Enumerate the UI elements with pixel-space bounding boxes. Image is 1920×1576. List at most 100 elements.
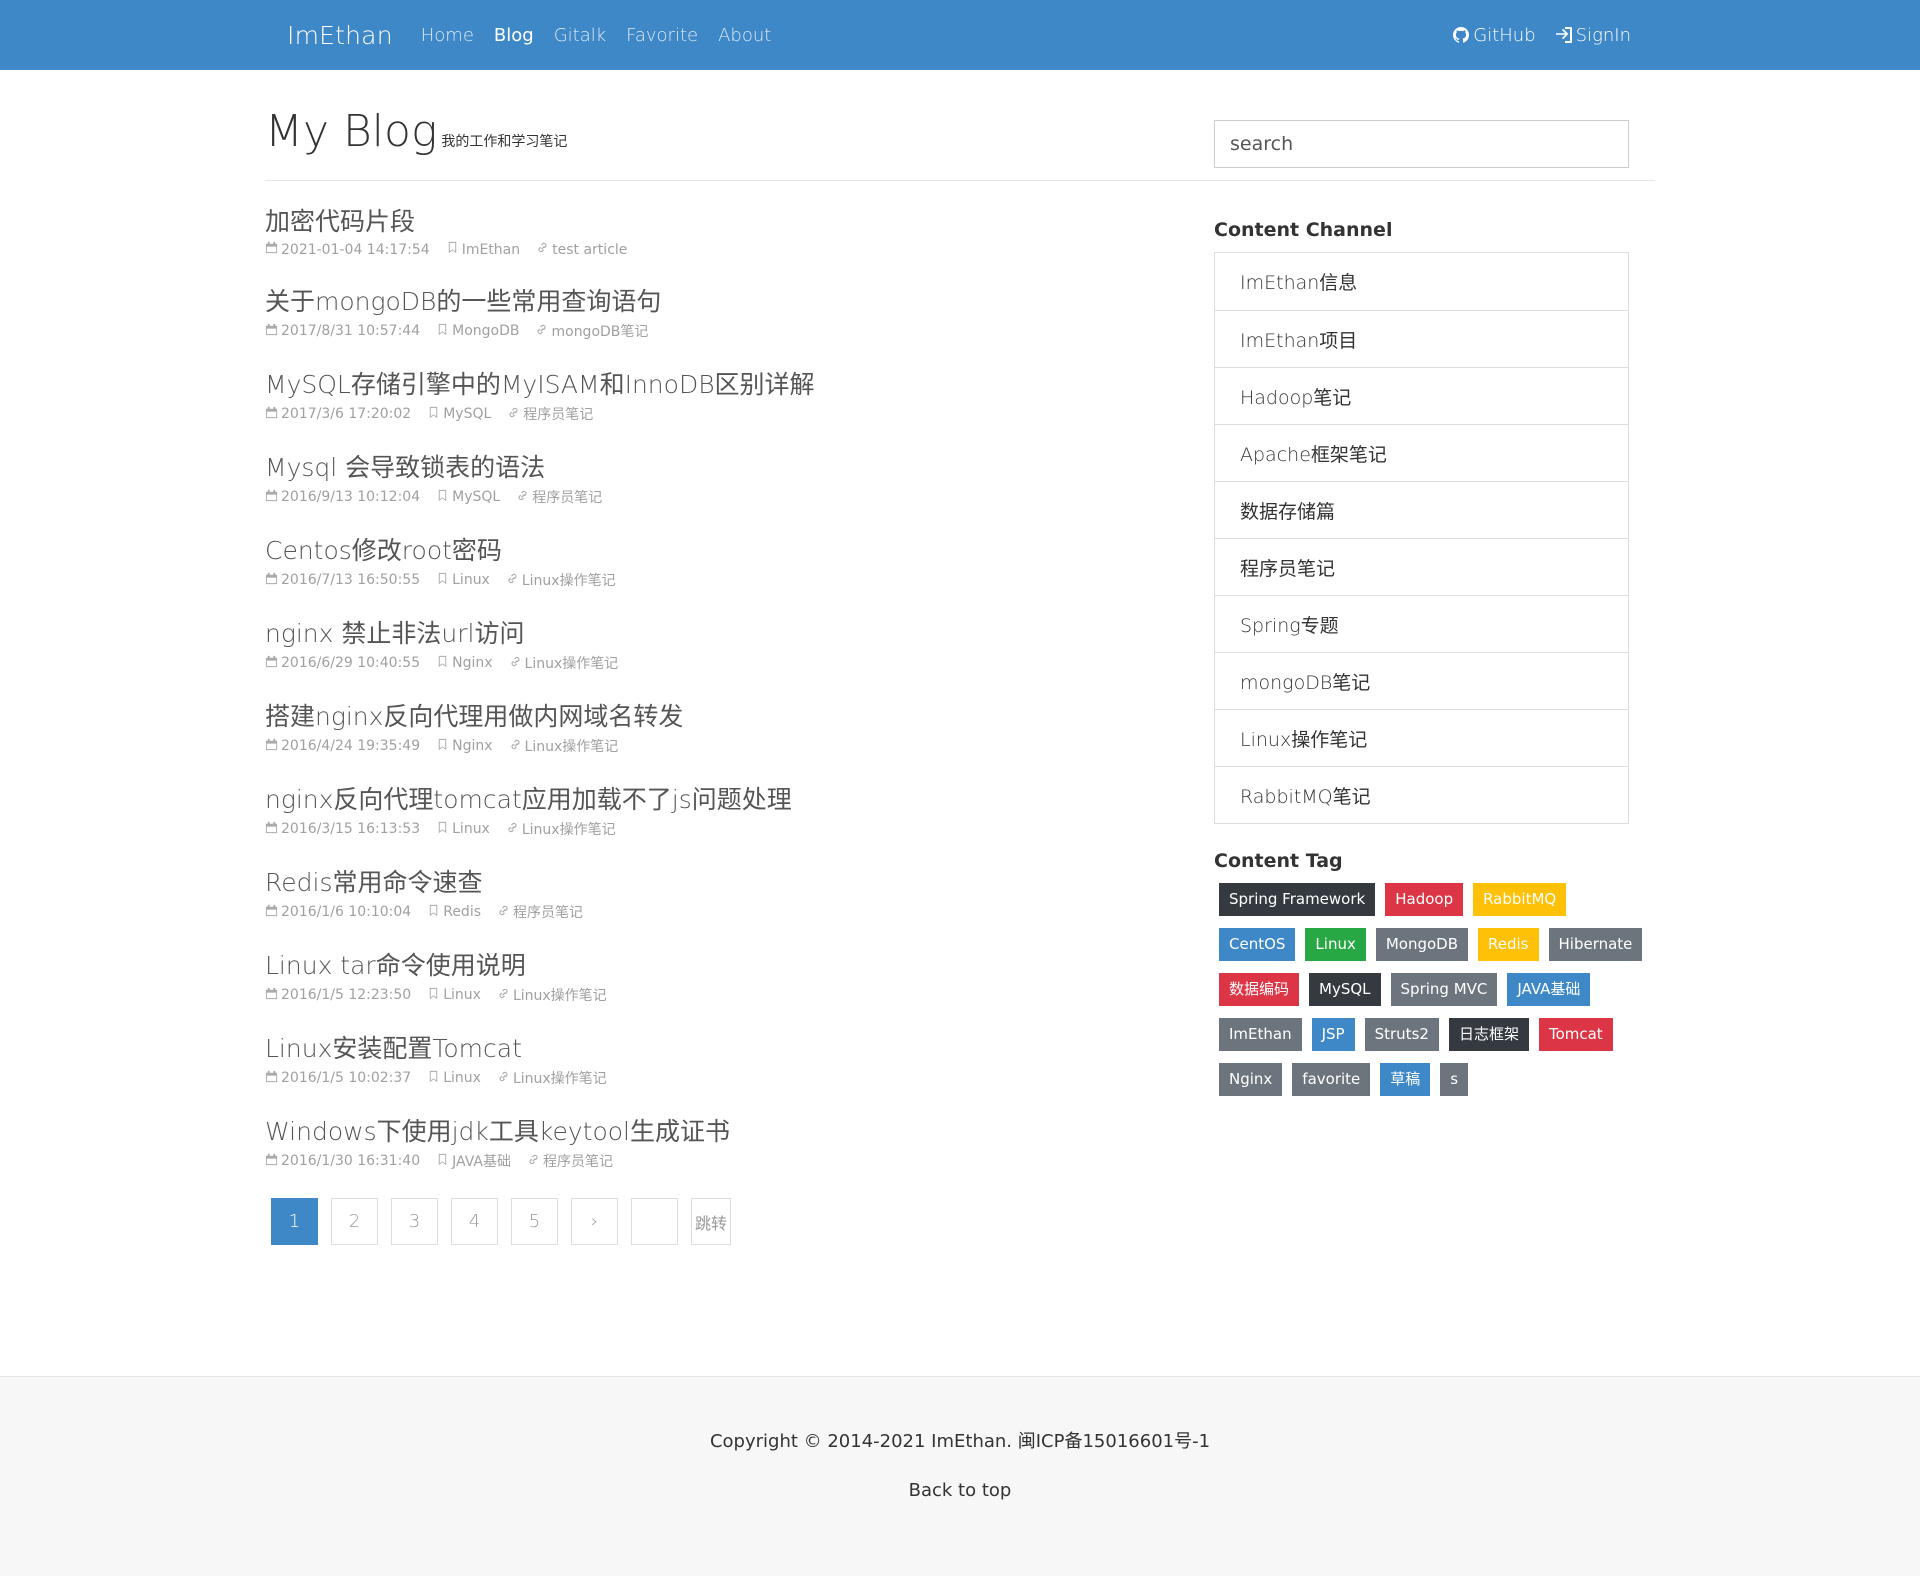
tag-badge[interactable]: CentOS xyxy=(1219,928,1296,961)
post-category[interactable]: 程序员笔记 xyxy=(516,487,602,507)
nav-about-link[interactable]: About xyxy=(718,25,771,46)
tag-badge[interactable]: Nginx xyxy=(1219,1063,1283,1096)
nav-gitalk-link[interactable]: Gitalk xyxy=(554,25,606,46)
tag-badge[interactable]: Redis xyxy=(1478,928,1539,961)
post-tag-text: Nginx xyxy=(452,738,493,754)
post-category[interactable]: Linux操作笔记 xyxy=(509,653,618,673)
post-tag[interactable]: Linux xyxy=(436,821,490,838)
calendar-icon xyxy=(265,987,278,1004)
post-title-link[interactable]: Linux安装配置Tomcat xyxy=(265,1032,1165,1066)
nav-blog-link[interactable]: Blog xyxy=(494,25,534,46)
channel-item[interactable]: mongoDB笔记 xyxy=(1215,652,1628,709)
post-category[interactable]: 程序员笔记 xyxy=(507,404,593,424)
post-date: 2016/3/15 16:13:53 xyxy=(265,821,420,838)
tag-badge[interactable]: Struts2 xyxy=(1364,1018,1439,1051)
page-button[interactable]: 2 xyxy=(331,1198,378,1245)
post-tag[interactable]: JAVA基础 xyxy=(436,1151,511,1171)
post-tag[interactable]: Linux xyxy=(427,1070,481,1087)
github-icon xyxy=(1453,27,1470,43)
tag-badge[interactable]: MongoDB xyxy=(1375,928,1469,961)
tag-badge[interactable]: MySQL xyxy=(1309,973,1381,1006)
post-category[interactable]: mongoDB笔记 xyxy=(535,321,648,341)
tag-badge[interactable]: s xyxy=(1440,1063,1469,1096)
channel-item[interactable]: Apache框架笔记 xyxy=(1215,424,1628,481)
tag-badge[interactable]: JAVA基础 xyxy=(1507,973,1591,1006)
channel-item[interactable]: ImEthan信息 xyxy=(1215,253,1628,310)
post-title-link[interactable]: nginx反向代理tomcat应用加载不了js问题处理 xyxy=(265,783,1165,817)
post-date: 2016/9/13 10:12:04 xyxy=(265,489,420,506)
tag-badge[interactable]: 日志框架 xyxy=(1448,1018,1529,1051)
post-title-link[interactable]: 搭建nginx反向代理用做内网域名转发 xyxy=(265,700,1165,734)
post-title-link[interactable]: nginx 禁止非法url访问 xyxy=(265,617,1165,651)
post-title-link[interactable]: MySQL存储引擎中的MyISAM和InnoDB区别详解 xyxy=(265,368,1165,402)
tag-badge[interactable]: RabbitMQ xyxy=(1473,883,1567,916)
channel-item[interactable]: Linux操作笔记 xyxy=(1215,709,1628,766)
post-tag[interactable]: Nginx xyxy=(436,655,493,672)
post-category[interactable]: Linux操作笔记 xyxy=(497,1068,607,1088)
post-meta: 2016/6/29 10:40:55 Nginx Linux操作笔记 xyxy=(265,653,1165,673)
tag-badge[interactable]: Tomcat xyxy=(1538,1018,1613,1051)
github-link[interactable]: GitHub xyxy=(1453,25,1536,46)
tag-badge[interactable]: 草稿 xyxy=(1380,1063,1431,1096)
channel-item[interactable]: 程序员笔记 xyxy=(1215,538,1628,595)
nav-home-link[interactable]: Home xyxy=(421,25,474,46)
post-tag[interactable]: Nginx xyxy=(436,738,493,755)
page-button[interactable]: 5 xyxy=(511,1198,558,1245)
post-tag[interactable]: MySQL xyxy=(436,489,500,506)
post-title-link[interactable]: Linux tar命令使用说明 xyxy=(265,949,1165,983)
next-page-button[interactable]: › xyxy=(571,1198,618,1245)
tag-badge[interactable]: 数据编码 xyxy=(1219,973,1300,1006)
main-container: My Blog我的工作和学习笔记 加密代码片段 2021-01-04 14:17:… xyxy=(265,70,1655,1245)
post-title-link[interactable]: Mysql 会导致锁表的语法 xyxy=(265,451,1165,485)
page-button[interactable]: 1 xyxy=(271,1198,318,1245)
post-tag[interactable]: Linux xyxy=(436,572,490,589)
post-title-link[interactable]: Centos修改root密码 xyxy=(265,534,1165,568)
channel-item[interactable]: Hadoop笔记 xyxy=(1215,367,1628,424)
post-title-link[interactable]: Windows下使用jdk工具keytool生成证书 xyxy=(265,1115,1165,1149)
post-category[interactable]: 程序员笔记 xyxy=(527,1151,613,1171)
post-category[interactable]: test article xyxy=(536,241,627,258)
channel-item[interactable]: RabbitMQ笔记 xyxy=(1215,766,1628,823)
post-category[interactable]: Linux操作笔记 xyxy=(506,570,616,590)
footer: Copyright © 2014-2021 ImEthan. 闽ICP备1501… xyxy=(0,1376,1920,1576)
channel-item[interactable]: Spring专题 xyxy=(1215,595,1628,652)
post-title-link[interactable]: 加密代码片段 xyxy=(265,205,1165,239)
tag-badge[interactable]: Hadoop xyxy=(1385,883,1464,916)
signin-link[interactable]: SignIn xyxy=(1555,25,1631,46)
post-tag-text: Nginx xyxy=(452,655,493,671)
post-date-text: 2016/1/5 12:23:50 xyxy=(281,987,412,1003)
page-jump-button[interactable]: 跳转 xyxy=(691,1198,731,1245)
page-button[interactable]: 4 xyxy=(451,1198,498,1245)
channel-item[interactable]: ImEthan项目 xyxy=(1215,310,1628,367)
tag-badge[interactable]: Hibernate xyxy=(1548,928,1643,961)
post-category-text: 程序员笔记 xyxy=(532,490,603,506)
calendar-icon xyxy=(265,406,278,423)
tag-badge[interactable]: favorite xyxy=(1292,1063,1371,1096)
post-category[interactable]: Linux操作笔记 xyxy=(509,736,618,756)
post-tag[interactable]: MySQL xyxy=(427,406,491,423)
brand-link[interactable]: ImEthan xyxy=(287,21,393,50)
calendar-icon xyxy=(265,655,278,672)
post-tag[interactable]: MongoDB xyxy=(436,323,519,340)
tag-badge[interactable]: Spring MVC xyxy=(1390,973,1498,1006)
nav-favorite-link[interactable]: Favorite xyxy=(626,25,698,46)
bookmark-icon xyxy=(436,655,449,672)
post-category[interactable]: 程序员笔记 xyxy=(497,902,583,922)
page-jump-input[interactable] xyxy=(631,1198,678,1245)
post-category[interactable]: Linux操作笔记 xyxy=(497,985,607,1005)
page-button[interactable]: 3 xyxy=(391,1198,438,1245)
post-tag[interactable]: ImEthan xyxy=(446,241,520,258)
channel-item[interactable]: 数据存储篇 xyxy=(1215,481,1628,538)
post-category[interactable]: Linux操作笔记 xyxy=(506,819,616,839)
post-tag[interactable]: Redis xyxy=(427,904,481,921)
tag-badge[interactable]: Spring Framework xyxy=(1219,883,1376,916)
post-title-link[interactable]: Redis常用命令速查 xyxy=(265,866,1165,900)
search-input[interactable] xyxy=(1214,120,1629,168)
post-tag[interactable]: Linux xyxy=(427,987,481,1004)
post-title-link[interactable]: 关于mongoDB的一些常用查询语句 xyxy=(265,285,1165,319)
tag-badge[interactable]: ImEthan xyxy=(1219,1018,1302,1051)
back-to-top-link[interactable]: Back to top xyxy=(909,1480,1012,1501)
tag-badge[interactable]: Linux xyxy=(1305,928,1366,961)
post-tag-text: JAVA基础 xyxy=(452,1154,511,1170)
tag-badge[interactable]: JSP xyxy=(1311,1018,1355,1051)
